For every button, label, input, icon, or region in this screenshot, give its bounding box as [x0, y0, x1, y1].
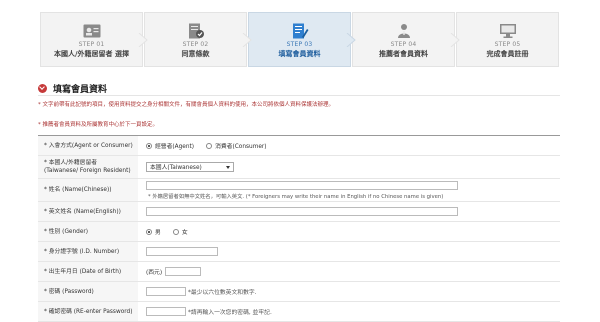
password-hint: *最少以六位數英文和數字. — [188, 290, 257, 296]
radio-consumer[interactable]: 消費者(Consumer) — [206, 141, 267, 150]
step-01: STEP 01 本國人/外籍居留者 選擇 — [40, 12, 148, 67]
recommender-note: * 推薦者會員資料及所屬教育中心於下一頁設定。 — [38, 122, 158, 128]
radio-label: 女 — [181, 230, 188, 236]
field-label: * 本國人/外籍居留者 (Taiwanese/ Foreign Resident) — [38, 156, 138, 178]
radio-dot[interactable] — [206, 142, 213, 149]
step-arrow-icon — [346, 33, 356, 47]
step-label: 同意條款 — [181, 50, 210, 58]
step-number: STEP 04 — [390, 41, 417, 48]
form-row-gender: * 性別 (Gender) 男 女 — [38, 222, 560, 242]
chinese-name-hint: * 外籍居留者如無中文姓名，可輸入英文. (* Foreigners may w… — [148, 194, 444, 200]
form-row-id-number: * 身分證字號 (I.D. Number) — [38, 242, 560, 262]
field-label: * 身分證字號 (I.D. Number) — [38, 242, 138, 261]
step-wizard: STEP 01 本國人/外籍居留者 選擇 STEP 02 同意條款 STEP 0… — [40, 12, 561, 67]
radio-dot[interactable] — [172, 228, 179, 235]
form-row-password-confirm: * 確認密碼 (RE-enter Password) *請再輸入一次您的密碼, … — [38, 302, 560, 322]
section-title-text: 填寫會員資料 — [53, 85, 108, 95]
step-arrow-icon — [450, 33, 460, 47]
step-arrow-icon — [138, 33, 148, 47]
step-label: 推薦者會員資料 — [379, 50, 428, 58]
residency-select[interactable]: 本國人(Taiwanese) — [146, 162, 234, 172]
step-label: 填寫會員資料 — [278, 50, 321, 58]
field-label: * 姓名 (Name(Chinese)) — [38, 179, 138, 201]
password-input[interactable] — [146, 287, 186, 296]
member-form: * 入會方式(Agent or Consumer) 經營者(Agent) 消費者… — [38, 135, 560, 322]
radio-agent[interactable]: 經營者(Agent) — [146, 141, 194, 150]
step-label: 本國人/外籍居留者 選擇 — [54, 50, 129, 58]
english-name-input[interactable] — [146, 207, 458, 216]
field-label: * 確認密碼 (RE-enter Password) — [38, 302, 138, 321]
field-label: * 出生年月日 (Date of Birth) — [38, 262, 138, 281]
radio-male[interactable]: 男 — [146, 227, 161, 236]
radio-dot[interactable] — [146, 142, 152, 149]
dropdown-arrow-icon — [226, 166, 230, 169]
form-row-password: * 密碼 (Password) *最少以六位數英文和數字. — [38, 282, 560, 302]
step-02: STEP 02 同意條款 — [144, 12, 252, 67]
select-value: 本國人(Taiwanese) — [150, 165, 202, 171]
field-label: * 性別 (Gender) — [38, 222, 138, 241]
radio-dot[interactable] — [146, 228, 152, 235]
chinese-name-input[interactable] — [146, 181, 458, 190]
birth-prefix: (西元) — [146, 270, 163, 276]
chevron-down-icon[interactable] — [38, 84, 47, 93]
divider — [38, 95, 560, 96]
step-arrow-icon — [242, 33, 252, 47]
step-number: STEP 01 — [78, 41, 105, 48]
recommender-icon — [397, 24, 410, 38]
edit-form-icon — [292, 23, 308, 39]
field-label: * 密碼 (Password) — [38, 282, 138, 301]
section-title[interactable]: 填寫會員資料 — [38, 82, 107, 95]
id-card-icon — [83, 24, 100, 38]
step-number: STEP 03 — [286, 41, 313, 48]
form-row-residency: * 本國人/外籍居留者 (Taiwanese/ Foreign Resident)… — [38, 156, 560, 179]
id-number-input[interactable] — [146, 247, 218, 256]
step-05: STEP 05 完成會員註冊 — [456, 12, 559, 67]
privacy-note: * 文字前帶有此記號的項目，使用資料提交之身分相關文件，有關會員個人資料的使用，… — [38, 102, 335, 108]
form-row-name-english: * 英文姓名 (Name(English)) — [38, 202, 560, 222]
radio-label: 經營者(Agent) — [155, 144, 195, 150]
form-row-birth: * 出生年月日 (Date of Birth) (西元) — [38, 262, 560, 282]
label-line-1: * 本國人/外籍居留者 — [44, 160, 98, 166]
step-03: STEP 03 填寫會員資料 — [248, 12, 356, 67]
radio-label: 男 — [155, 230, 161, 236]
radio-label: 消費者(Consumer) — [215, 144, 267, 150]
form-row-name-chinese: * 姓名 (Name(Chinese)) * 外籍居留者如無中文姓名，可輸入英文… — [38, 179, 560, 202]
radio-female[interactable]: 女 — [172, 227, 188, 236]
field-label: * 入會方式(Agent or Consumer) — [38, 136, 138, 155]
step-number: STEP 05 — [494, 41, 521, 48]
field-label: * 英文姓名 (Name(English)) — [38, 202, 138, 221]
monitor-icon — [499, 24, 516, 38]
checklist-icon — [188, 23, 204, 39]
password-confirm-hint: *請再輸入一次您的密碼, 並牢記. — [188, 310, 272, 316]
step-label: 完成會員註冊 — [486, 50, 529, 58]
step-04: STEP 04 推薦者會員資料 — [352, 12, 460, 67]
step-number: STEP 02 — [182, 41, 209, 48]
label-line-2: (Taiwanese/ Foreign Resident) — [44, 168, 131, 174]
form-row-member-type: * 入會方式(Agent or Consumer) 經營者(Agent) 消費者… — [38, 136, 560, 156]
password-confirm-input[interactable] — [146, 307, 186, 316]
birth-date-input[interactable] — [165, 267, 202, 276]
